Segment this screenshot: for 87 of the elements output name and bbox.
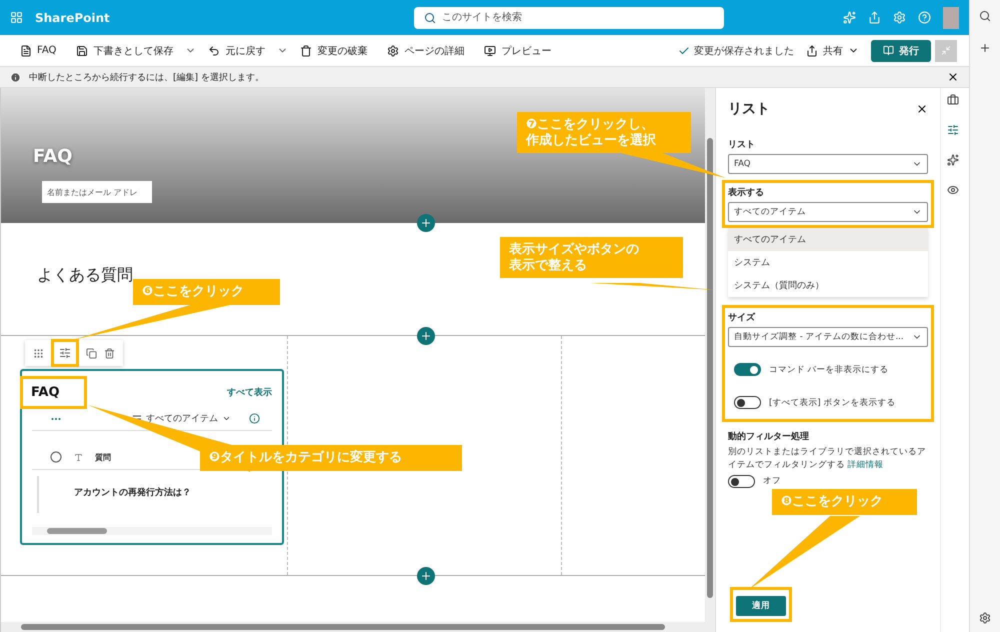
callout-text: 表示サイズやボタンの: [509, 242, 640, 258]
add-section-button[interactable]: [417, 327, 435, 345]
toggle-label: コマンド バーを非表示にする: [769, 364, 889, 376]
trash-icon[interactable]: [104, 348, 116, 358]
column-header[interactable]: 質問: [95, 452, 111, 462]
section-heading: よくある質問: [37, 265, 133, 284]
check-icon: [678, 44, 690, 56]
see-all-link[interactable]: すべて表示: [227, 386, 272, 398]
add-section-button[interactable]: [417, 567, 435, 585]
learn-more-link[interactable]: 詳細情報: [848, 460, 884, 470]
save-status: 変更が保存されました: [694, 44, 794, 58]
drag-handle-icon[interactable]: [32, 348, 44, 358]
discard-icon: [300, 44, 312, 56]
callout-text: ❽ここをクリック: [781, 494, 884, 510]
collapse-icon: [941, 45, 951, 56]
dropdown-option[interactable]: すべてのアイテム: [728, 228, 928, 251]
eye-icon[interactable]: [947, 184, 959, 196]
command-button[interactable]: FAQ: [12, 38, 64, 62]
toggle-label: [すべて表示] ボタンを表示する: [769, 396, 896, 408]
command-button[interactable]: 元に戻す: [200, 38, 274, 62]
command-button[interactable]: プレビュー: [476, 38, 560, 62]
sparkle-icon[interactable]: [947, 154, 959, 166]
share-icon: [806, 44, 818, 56]
plus-icon[interactable]: [979, 42, 991, 54]
callout-text: ❻ここをクリック: [142, 284, 246, 300]
publish-button[interactable]: 発行: [871, 40, 931, 62]
apply-button[interactable]: 適用: [736, 596, 786, 616]
field-label: リスト: [728, 139, 756, 151]
share-icon[interactable]: [868, 11, 881, 24]
command-button[interactable]: 変更の破棄: [292, 38, 376, 62]
callout-text: 作成したビューを選択: [526, 132, 657, 148]
preview-icon: [484, 44, 496, 56]
info-icon[interactable]: [249, 413, 260, 424]
copy-icon[interactable]: [86, 348, 98, 358]
search-field[interactable]: このサイトを検索: [414, 6, 724, 28]
add-section-button[interactable]: [417, 214, 435, 232]
chevron-down-icon: [222, 414, 231, 423]
sliders-icon[interactable]: [947, 124, 959, 136]
select-circle-icon[interactable]: [50, 451, 62, 463]
plus-icon: [420, 217, 432, 229]
close-icon[interactable]: [947, 71, 959, 83]
section-label: 動的フィルター処理: [728, 430, 810, 443]
search-icon: [424, 12, 436, 24]
plus-icon: [420, 570, 432, 582]
help-icon[interactable]: [918, 11, 931, 24]
dropdown-option[interactable]: システム（質問のみ）: [728, 274, 928, 297]
close-icon[interactable]: [916, 103, 928, 115]
book-icon: [883, 45, 894, 56]
filter-description: 別のリストまたはライブラリで選択されているアイテムでフィルタリングする 詳細情報: [728, 446, 927, 472]
command-button[interactable]: ページの詳細: [379, 38, 472, 62]
undo-icon: [208, 44, 220, 56]
webpart-title: FAQ: [31, 384, 60, 400]
command-button[interactable]: 下書きとして保存: [68, 38, 182, 62]
panel-title: リスト: [728, 100, 770, 118]
dropdown-option[interactable]: システム: [728, 251, 928, 274]
info-message: 中断したところから続行するには、[編集] を選択します。: [29, 72, 265, 84]
text-field-icon: [74, 452, 83, 462]
vertical-scrollbar[interactable]: [705, 88, 715, 632]
sliders-icon[interactable]: [58, 347, 71, 359]
save-icon: [76, 44, 88, 56]
toggle-switch[interactable]: [734, 363, 761, 376]
briefcase-icon[interactable]: [947, 94, 959, 106]
field-label: 表示する: [728, 186, 765, 199]
toggle-switch[interactable]: [734, 396, 761, 409]
settings-icon[interactable]: [979, 612, 991, 624]
callout-text: 表示で整える: [509, 258, 588, 274]
page-icon: [20, 44, 32, 56]
toggle-label: オフ: [763, 475, 781, 487]
details-icon: [387, 44, 400, 56]
view-dropdown[interactable]: すべてのアイテム: [728, 202, 928, 222]
share-button[interactable]: 共有: [798, 38, 867, 62]
horizontal-scrollbar[interactable]: [1, 622, 705, 632]
plus-icon: [420, 330, 432, 342]
scrollbar[interactable]: [32, 527, 272, 535]
field-label: サイズ: [728, 312, 756, 324]
list-row-text: アカウントの再発行方法は？: [74, 488, 191, 498]
list-dropdown[interactable]: FAQ: [728, 154, 928, 174]
callout-text: ❾タイトルをカテゴリに変更する: [209, 450, 404, 466]
brand-name: SharePoint: [35, 10, 111, 24]
app-launcher-icon[interactable]: [10, 11, 23, 24]
info-icon: [10, 72, 21, 82]
author-field[interactable]: 名前またはメール アドレ: [42, 181, 152, 203]
page-title: FAQ: [33, 146, 74, 167]
size-dropdown[interactable]: 自動サイズ調整 - アイテムの数に合わせ...: [728, 327, 928, 347]
search-icon[interactable]: [979, 10, 991, 22]
toggle-switch[interactable]: [728, 474, 755, 488]
callout-text: ❼ここをクリックし、: [526, 117, 656, 133]
